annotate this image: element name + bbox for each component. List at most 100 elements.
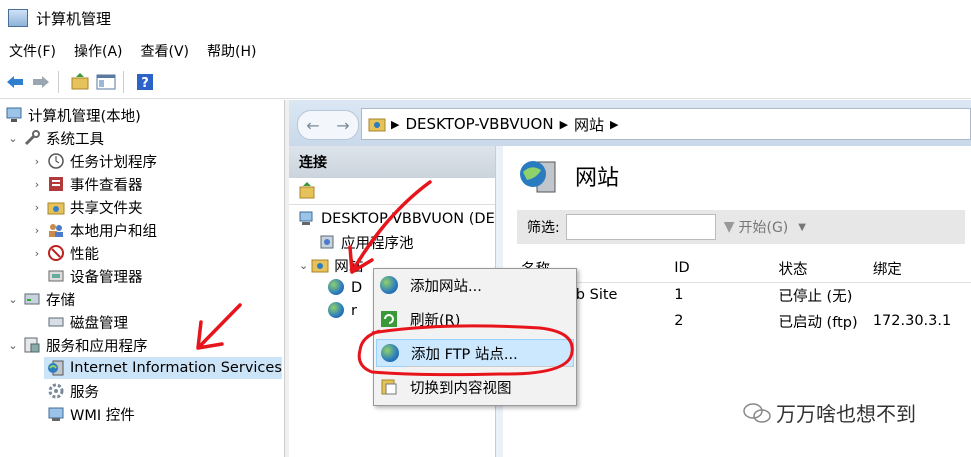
tree-item-local-users[interactable]: › 本地用户和组	[30, 219, 157, 241]
watermark: 万万啥也想不到	[742, 398, 916, 427]
filter-label: 筛选:	[527, 220, 560, 236]
funnel-icon: ▼	[723, 219, 735, 235]
filter-input[interactable]	[565, 214, 716, 240]
window-title: 计算机管理	[36, 9, 112, 28]
menu-refresh[interactable]: 刷新(R)	[376, 305, 574, 333]
chevron-right-icon[interactable]: ›	[30, 178, 44, 191]
conn-app-pools[interactable]: 应用程序池	[315, 231, 414, 253]
breadcrumb-separator-icon: ▶	[610, 117, 619, 131]
conn-server-label: DESKTOP-VBBVUON (DE	[321, 211, 495, 227]
conn-sites-node[interactable]: ⌄ 网站	[299, 254, 363, 276]
sites-grid-header: 名称 ID 状态 绑定	[517, 254, 971, 283]
chevron-down-icon[interactable]: ⌄	[299, 259, 308, 272]
tree-item-label: 设备管理器	[70, 269, 143, 286]
back-arrow-icon[interactable]: ←	[306, 116, 319, 135]
address-bar-area: ← → ▶ DESKTOP-VBBVUON ▶ 网站 ▶	[289, 100, 971, 146]
chevron-down-icon[interactable]: ▼	[798, 222, 806, 233]
show-hide-tree-icon[interactable]	[95, 71, 117, 93]
tree-item-performance[interactable]: › 性能	[30, 242, 99, 264]
col-binding[interactable]: 绑定	[867, 258, 971, 279]
tree-item-label: 任务计划程序	[70, 154, 157, 171]
tree-item-label: 性能	[70, 246, 99, 263]
add-connection-icon[interactable]	[298, 182, 316, 200]
sites-folder-icon	[311, 256, 329, 274]
tools-icon	[23, 129, 41, 147]
computer-management-icon	[5, 106, 23, 124]
services-apps-icon	[23, 336, 41, 354]
tree-item-services-apps[interactable]: ⌄ 服务和应用程序	[6, 334, 148, 356]
back-arrow-icon[interactable]	[4, 71, 26, 93]
tree-item-label: 服务和应用程序	[46, 338, 148, 355]
chevron-right-icon[interactable]: ›	[30, 247, 44, 260]
tree-item-wmi[interactable]: WMI 控件	[44, 403, 135, 425]
menu-divider	[406, 366, 572, 367]
tree-item-disk-management[interactable]: 磁盘管理	[44, 311, 128, 333]
tree-item-services[interactable]: 服务	[44, 380, 99, 402]
address-bar[interactable]: ▶ DESKTOP-VBBVUON ▶ 网站 ▶	[361, 108, 971, 140]
tree-root-label: 计算机管理(本地)	[28, 108, 141, 125]
computer-management-icon	[8, 9, 28, 27]
forward-arrow-icon[interactable]	[30, 71, 52, 93]
tree-item-label: WMI 控件	[70, 407, 135, 424]
svg-text:?: ?	[141, 76, 149, 91]
breadcrumb-separator-icon: ▶	[559, 117, 569, 131]
toolbar-divider	[123, 71, 124, 93]
event-viewer-icon	[47, 175, 65, 193]
menu-switch-content-view[interactable]: 切换到内容视图	[376, 373, 574, 401]
sites-folder-icon	[368, 115, 386, 133]
title-bar: 计算机管理	[0, 0, 971, 36]
performance-icon	[47, 244, 65, 262]
help-icon[interactable]: ?	[134, 71, 156, 93]
context-menu: 添加网站... 刷新(R) 添加 FTP 站点... 切换到内容视图	[373, 268, 577, 406]
toolbar-divider	[58, 71, 59, 93]
conn-server-node[interactable]: DESKTOP-VBBVUON (DE	[295, 208, 495, 230]
menu-add-website[interactable]: 添加网站...	[376, 271, 574, 299]
add-website-icon	[380, 276, 398, 294]
folder-up-icon[interactable]	[69, 71, 91, 93]
tree-item-label: 本地用户和组	[70, 223, 157, 240]
connections-toolbar	[289, 178, 495, 205]
menu-action[interactable]: 操作(A)	[65, 41, 132, 61]
start-filter-button[interactable]: 开始(G)	[739, 217, 789, 237]
breadcrumb-server[interactable]: DESKTOP-VBBVUON	[405, 115, 553, 133]
table-row[interactable]: ne 2 已启动 (ftp) 172.30.3.1	[517, 308, 971, 334]
tree-item-device-manager[interactable]: 设备管理器	[44, 265, 143, 287]
sites-server-icon	[520, 161, 556, 193]
chevron-right-icon[interactable]: ›	[30, 201, 44, 214]
tree-item-task-scheduler[interactable]: › 任务计划程序	[30, 150, 157, 172]
breadcrumb-sites[interactable]: 网站	[574, 114, 604, 135]
menu-item-label: 刷新(R)	[410, 312, 461, 329]
conn-site-ftp[interactable]: r	[325, 300, 357, 322]
col-status[interactable]: 状态	[772, 258, 866, 279]
menu-file[interactable]: 文件(F)	[0, 41, 65, 61]
tree-item-shared-folders[interactable]: › 共享文件夹	[30, 196, 143, 218]
back-forward-buttons[interactable]: ← →	[297, 110, 359, 140]
shared-folder-icon	[47, 198, 65, 216]
storage-icon	[23, 290, 41, 308]
chevron-down-icon[interactable]: ⌄	[6, 293, 20, 306]
tree-root[interactable]: 计算机管理(本地)	[2, 104, 141, 126]
menu-help[interactable]: 帮助(H)	[198, 41, 265, 61]
conn-site-label: r	[351, 303, 357, 319]
chevron-right-icon[interactable]: ›	[30, 224, 44, 237]
forward-arrow-icon[interactable]: →	[336, 116, 349, 135]
globe-icon	[328, 302, 346, 320]
users-icon	[47, 221, 65, 239]
col-id[interactable]: ID	[668, 260, 772, 276]
tree-item-system-tools[interactable]: ⌄ 系统工具	[6, 127, 104, 149]
tree-item-storage[interactable]: ⌄ 存储	[6, 288, 75, 310]
chevron-down-icon[interactable]: ⌄	[6, 339, 20, 352]
wmi-icon	[47, 405, 65, 423]
watermark-text: 万万啥也想不到	[776, 402, 916, 426]
table-row[interactable]: ault Web Site 1 已停止 (无)	[517, 282, 971, 308]
tree-item-iis[interactable]: Internet Information Services (	[44, 357, 284, 379]
chevron-down-icon[interactable]: ⌄	[6, 132, 20, 145]
menu-add-ftp-site[interactable]: 添加 FTP 站点...	[376, 339, 574, 367]
conn-site-default[interactable]: D	[325, 277, 362, 299]
chevron-right-icon[interactable]: ›	[30, 155, 44, 168]
menu-view[interactable]: 查看(V)	[132, 41, 199, 61]
breadcrumb-separator-icon: ▶	[391, 117, 400, 131]
cell-status: 已启动 (ftp)	[778, 314, 858, 331]
connections-header: 连接	[289, 146, 495, 178]
tree-item-event-viewer[interactable]: › 事件查看器	[30, 173, 143, 195]
